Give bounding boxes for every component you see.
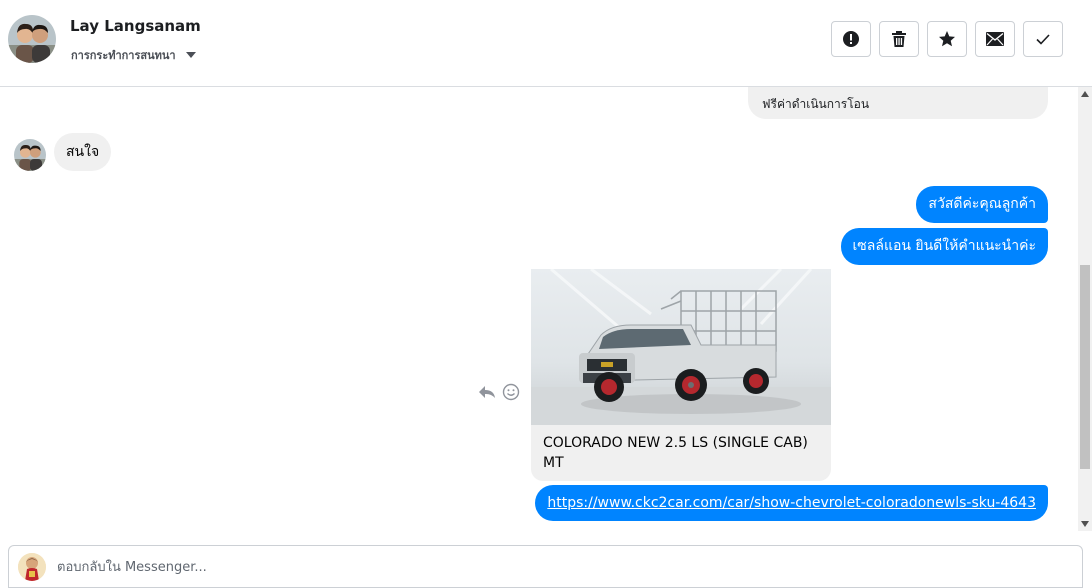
product-link[interactable]: https://www.ckc2car.com/car/show-chevrol… — [547, 495, 1036, 511]
delete-button[interactable] — [879, 21, 919, 57]
outgoing-message[interactable]: สวัสดีค่ะคุณลูกค้า — [916, 186, 1048, 223]
scrollbar[interactable] — [1078, 87, 1092, 531]
reply-icon[interactable] — [478, 384, 496, 400]
mark-done-button[interactable] — [1023, 21, 1063, 57]
exclamation-circle-icon — [843, 31, 859, 47]
trash-icon — [892, 31, 906, 47]
contact-avatar-small — [14, 139, 46, 171]
caret-down-icon — [185, 52, 196, 58]
pickup-truck-photo[interactable] — [531, 269, 831, 425]
smiley-icon[interactable] — [502, 383, 520, 401]
checkmark-icon — [1036, 34, 1050, 45]
conversation-actions-label: การกระทำการสนทนา — [71, 49, 176, 62]
envelope-icon — [986, 32, 1004, 46]
scroll-up-arrow-icon[interactable] — [1081, 91, 1089, 97]
reply-composer — [8, 545, 1083, 588]
reply-input[interactable] — [57, 554, 1057, 580]
previous-card-text: ฟรีค่าดำเนินการโอน — [762, 97, 870, 111]
message-actions — [478, 383, 520, 401]
scroll-thumb[interactable] — [1080, 265, 1090, 469]
outgoing-message[interactable]: เซลล์แอน ยินดีให้คำแนะนำค่ะ — [840, 228, 1048, 265]
conversation-actions-dropdown[interactable]: การกระทำการสนทนา — [71, 46, 196, 64]
seen-status: ฯ ฯฯฯฯ ฯฯ ฯฯ ◔ — [941, 527, 1048, 531]
message-thread[interactable]: ฯฯฯ ฯฯฯ ฯฯฯฯ ฯ ฯฯฯ ฟรีค่าดำเนินการโอน สน… — [0, 87, 1092, 531]
page-avatar — [18, 553, 46, 581]
contact-name[interactable]: Lay Langsanam — [70, 17, 201, 35]
contact-avatar[interactable] — [8, 15, 56, 63]
incoming-message[interactable]: สนใจ — [54, 133, 112, 171]
report-button[interactable] — [831, 21, 871, 57]
mark-unread-button[interactable] — [975, 21, 1015, 57]
link-message[interactable]: https://www.ckc2car.com/car/show-chevrol… — [535, 485, 1048, 521]
conversation-header: Lay Langsanam การกระทำการสนทนา — [0, 0, 1092, 87]
star-icon — [939, 31, 955, 47]
scroll-down-arrow-icon[interactable] — [1081, 521, 1089, 527]
product-card[interactable]: COLORADO NEW 2.5 LS (SINGLE CAB) MT — [531, 269, 831, 481]
star-button[interactable] — [927, 21, 967, 57]
product-card-title[interactable]: COLORADO NEW 2.5 LS (SINGLE CAB) MT — [543, 433, 819, 473]
previous-card[interactable]: ฯฯฯ ฯฯฯ ฯฯฯฯ ฯ ฯฯฯ ฟรีค่าดำเนินการโอน — [748, 87, 1048, 119]
